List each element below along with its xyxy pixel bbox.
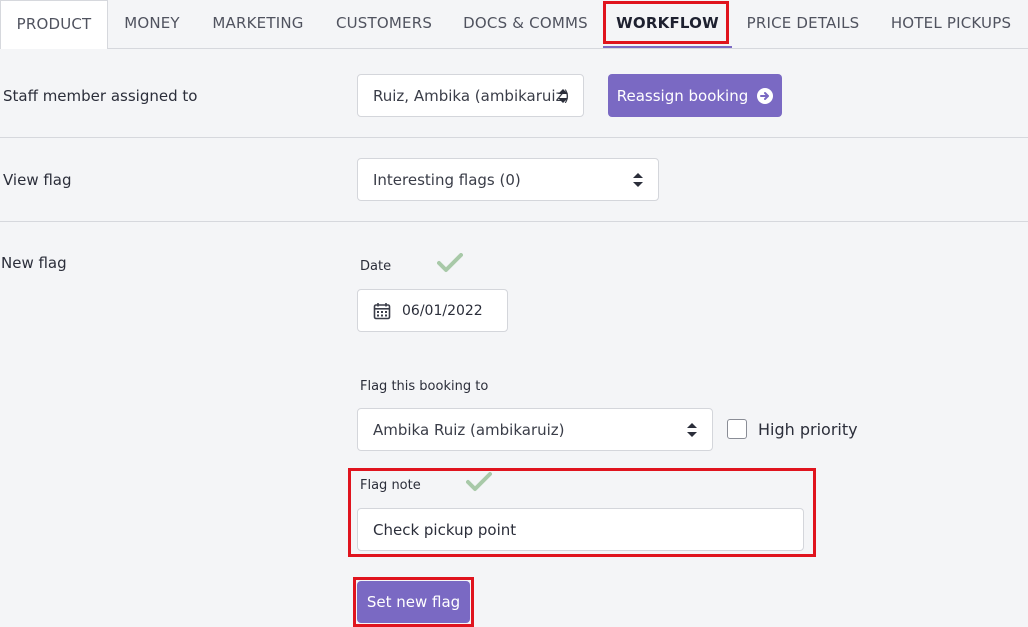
tab-marketing[interactable]: MARKETING <box>196 0 320 48</box>
flag-assignee-select[interactable]: Ambika Ruiz (ambikaruiz) <box>357 408 713 451</box>
set-new-flag-label: Set new flag <box>366 593 461 611</box>
row-divider <box>0 137 1028 138</box>
high-priority-checkbox[interactable] <box>727 419 747 439</box>
tab-price-details[interactable]: PRICE DETAILS <box>732 0 874 48</box>
date-label: Date <box>360 259 392 274</box>
calendar-icon <box>373 302 391 319</box>
view-flag-label: View flag <box>3 171 72 189</box>
tab-docs-comms[interactable]: DOCS & COMMS <box>448 0 603 48</box>
set-new-flag-button[interactable]: Set new flag <box>357 581 470 623</box>
arrow-right-circle-icon <box>757 87 774 104</box>
reassign-booking-label: Reassign booking <box>616 86 749 105</box>
tab-hotel-pickups[interactable]: HOTEL PICKUPS <box>874 0 1028 48</box>
new-flag-label: New flag <box>1 254 67 272</box>
high-priority-label[interactable]: High priority <box>758 420 858 439</box>
flag-note-value: Check pickup point <box>373 520 517 539</box>
view-flag-select[interactable]: Interesting flags (0) <box>357 158 659 201</box>
select-arrows-icon <box>687 422 697 437</box>
select-arrows-icon <box>633 172 643 187</box>
row-divider <box>0 221 1028 222</box>
tab-product[interactable]: PRODUCT <box>0 0 108 49</box>
valid-check-icon <box>437 253 463 272</box>
date-value: 06/01/2022 <box>402 302 483 319</box>
workflow-tab-highlight <box>603 1 729 44</box>
tab-bar: PRODUCT MONEY MARKETING CUSTOMERS DOCS &… <box>0 0 1028 49</box>
reassign-booking-button[interactable]: Reassign booking <box>608 74 782 117</box>
view-flag-value: Interesting flags (0) <box>373 170 521 189</box>
staff-member-value: Ruiz, Ambika (ambikaruiz) <box>373 86 570 105</box>
flag-assignee-value: Ambika Ruiz (ambikaruiz) <box>373 420 565 439</box>
staff-member-select[interactable]: Ruiz, Ambika (ambikaruiz) <box>357 74 584 117</box>
tab-customers[interactable]: CUSTOMERS <box>320 0 448 48</box>
select-arrows-icon <box>558 88 568 103</box>
valid-check-icon <box>466 472 492 491</box>
flag-note-input[interactable]: Check pickup point <box>357 508 804 551</box>
date-input[interactable]: 06/01/2022 <box>357 289 508 332</box>
staff-member-label: Staff member assigned to <box>3 87 198 105</box>
flag-note-label: Flag note <box>360 478 421 493</box>
flag-assignee-label: Flag this booking to <box>360 379 489 394</box>
tab-money[interactable]: MONEY <box>108 0 196 48</box>
